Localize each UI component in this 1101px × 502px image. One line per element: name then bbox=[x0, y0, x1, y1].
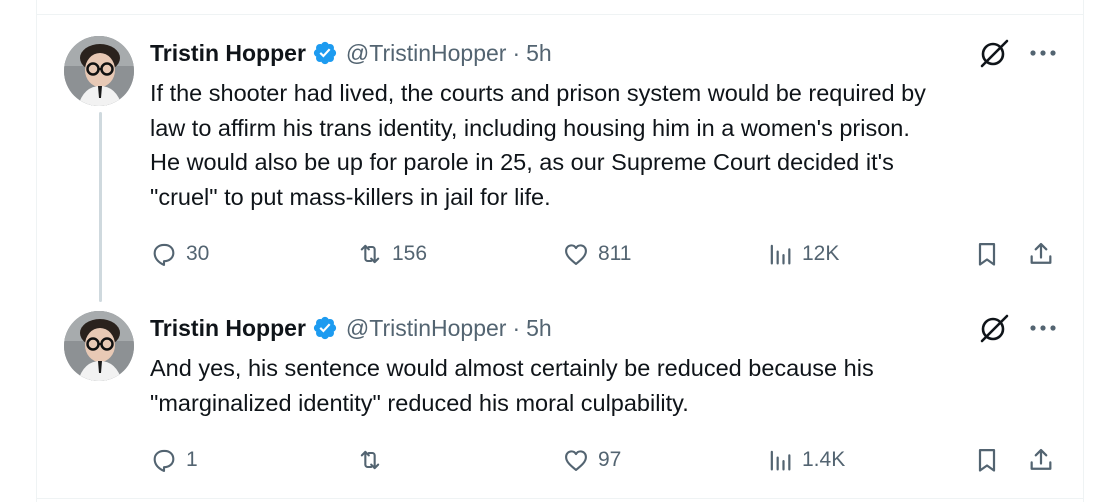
reply-count: 1 bbox=[186, 448, 198, 471]
views-icon bbox=[770, 450, 791, 471]
timestamp[interactable]: 5h bbox=[526, 40, 552, 67]
views-count: 12K bbox=[802, 242, 840, 265]
repost-button[interactable] bbox=[356, 446, 392, 474]
like-count: 97 bbox=[598, 448, 622, 471]
views-icon bbox=[770, 244, 791, 265]
like-button[interactable]: 811 bbox=[562, 240, 631, 268]
divider-top bbox=[36, 14, 1084, 15]
reply-count: 30 bbox=[186, 242, 210, 265]
share-icon bbox=[1030, 448, 1052, 470]
share-icon bbox=[1030, 242, 1052, 264]
tweet-text-line: And yes, his sentence would almost certa… bbox=[150, 355, 874, 381]
verified-badge-icon[interactable] bbox=[312, 40, 338, 66]
bookmark-icon bbox=[978, 448, 996, 472]
separator-dot: · bbox=[512, 314, 521, 341]
tweet-text: And yes, his sentence would almost certa… bbox=[150, 351, 1070, 420]
repost-count: 156 bbox=[392, 242, 428, 265]
grok-icon[interactable] bbox=[978, 312, 1010, 344]
tweet-text-line: If the shooter had lived, the courts and… bbox=[150, 80, 926, 106]
avatar[interactable] bbox=[64, 36, 134, 106]
share-button[interactable] bbox=[1027, 446, 1055, 474]
like-count: 811 bbox=[598, 242, 632, 265]
bookmark-button[interactable] bbox=[973, 240, 1001, 268]
bookmark-icon bbox=[978, 242, 996, 266]
author-handle[interactable]: @TristinHopper bbox=[346, 40, 507, 67]
tweet-text-line: "cruel" to put mass-killers in jail for … bbox=[150, 183, 551, 210]
repost-icon bbox=[360, 244, 380, 264]
views-count: 1.4K bbox=[802, 448, 846, 471]
verified-badge-icon[interactable] bbox=[312, 315, 338, 341]
like-icon bbox=[565, 244, 587, 265]
grok-icon[interactable] bbox=[978, 37, 1010, 69]
author-handle[interactable]: @TristinHopper bbox=[346, 315, 507, 342]
views-button[interactable]: 12K bbox=[766, 240, 839, 268]
bookmark-button[interactable] bbox=[973, 446, 1001, 474]
reply-button[interactable]: 1 bbox=[150, 446, 198, 474]
more-icon[interactable] bbox=[1028, 323, 1058, 333]
reply-icon bbox=[153, 243, 175, 267]
share-button[interactable] bbox=[1027, 240, 1055, 268]
tweet-header: Tristin Hopper @TristinHopper · 5h bbox=[150, 38, 552, 68]
views-button[interactable]: 1.4K bbox=[766, 446, 845, 474]
tweet-text-line: He would also be up for parole in 25, as… bbox=[150, 149, 894, 175]
repost-button[interactable]: 156 bbox=[356, 240, 427, 268]
separator-dot: · bbox=[512, 39, 521, 66]
author-name[interactable]: Tristin Hopper bbox=[150, 315, 306, 342]
divider-bottom bbox=[36, 498, 1084, 499]
avatar[interactable] bbox=[64, 311, 134, 381]
tweet-text-line: law to affirm his trans identity, includ… bbox=[150, 114, 910, 141]
thread-connector-line bbox=[99, 112, 102, 302]
like-icon bbox=[565, 450, 587, 471]
author-name[interactable]: Tristin Hopper bbox=[150, 40, 306, 67]
like-button[interactable]: 97 bbox=[562, 446, 621, 474]
tweet-header: Tristin Hopper @TristinHopper · 5h bbox=[150, 313, 552, 343]
tweet-text-line: "marginalized identity" reduced his mora… bbox=[150, 389, 689, 416]
tweet-text: If the shooter had lived, the courts and… bbox=[150, 76, 1070, 214]
reply-icon bbox=[153, 449, 175, 473]
reply-button[interactable]: 30 bbox=[150, 240, 209, 268]
timestamp[interactable]: 5h bbox=[526, 315, 552, 342]
more-icon[interactable] bbox=[1028, 48, 1058, 58]
repost-icon bbox=[360, 450, 380, 470]
